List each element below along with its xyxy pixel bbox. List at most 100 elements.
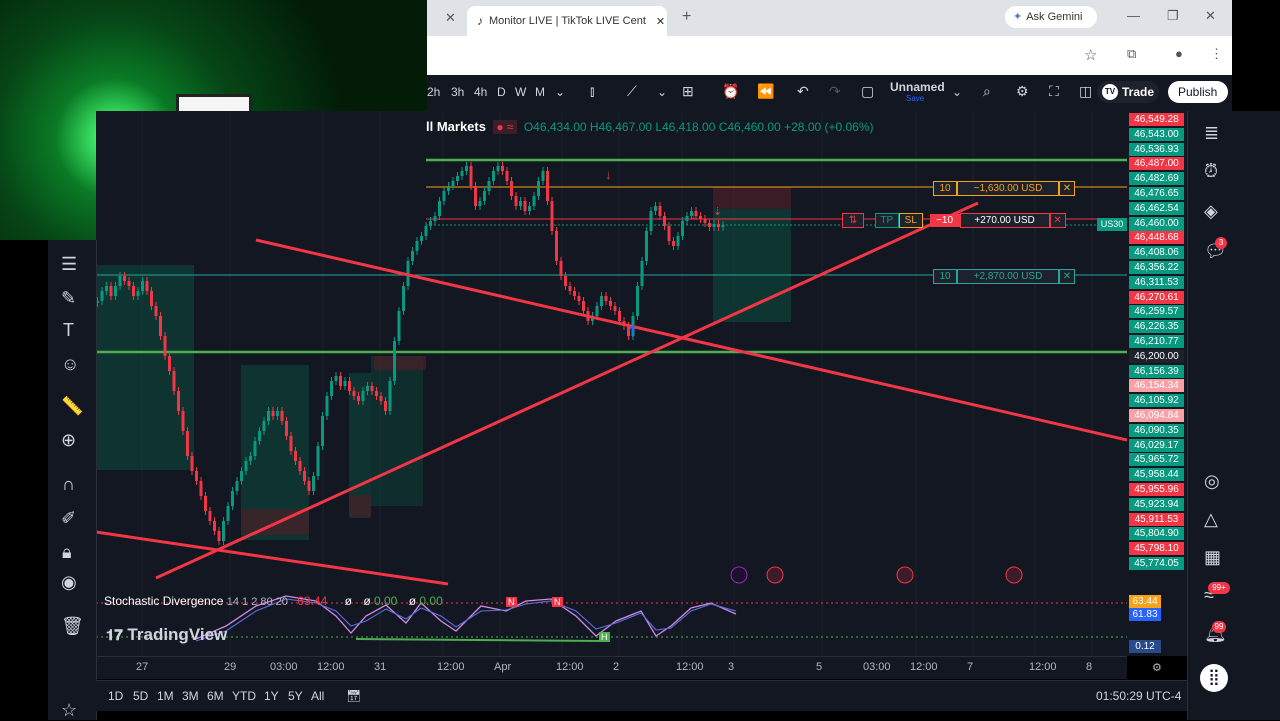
order-position[interactable]: ⇅ TP SL −10 +270.00 USD ✕ <box>842 213 1066 228</box>
gemini-button[interactable]: ✦ Ask Gemini <box>1005 6 1097 28</box>
zoom-in-icon[interactable]: ⊕ <box>61 430 76 451</box>
ruler-icon[interactable]: 📏 <box>61 396 83 417</box>
tp-button[interactable]: TP <box>874 213 899 228</box>
bookmark-star-icon[interactable]: ☆ <box>1084 46 1097 64</box>
reverse-icon[interactable]: ⇅ <box>842 213 864 228</box>
range-5y[interactable]: 5Y <box>288 689 303 703</box>
restore-icon[interactable]: ❐ <box>1167 8 1179 24</box>
chevron-down-icon[interactable]: ⌄ <box>657 85 667 99</box>
candle-body <box>384 401 387 411</box>
chart-canvas[interactable]: ↓ ⇡ ↓ ⇣ 10 −1,630.00 USD ✕ ⇅ TP SL −10 +270.… <box>96 111 1127 656</box>
fullscreen-icon[interactable]: ⛶ <box>1049 83 1059 100</box>
range-1d[interactable]: 1D <box>108 689 123 703</box>
candle-body <box>474 186 477 206</box>
browser-tab[interactable]: ♪ Monitor LIVE | TikTok LIVE Cent ✕ <box>467 6 667 36</box>
order-tp1[interactable]: 10 −1,630.00 USD ✕ <box>933 181 1075 196</box>
chevron-down-icon[interactable]: ⌄ <box>555 85 565 99</box>
eye-icon[interactable]: ◉ <box>61 572 77 593</box>
magnet-icon[interactable]: ∩ <box>62 474 75 495</box>
layout-name[interactable]: Unnamed <box>890 80 945 94</box>
close-tab-icon[interactable]: ✕ <box>445 10 456 26</box>
alert-icon[interactable]: ⏰ <box>722 83 739 100</box>
candle-body <box>307 481 311 491</box>
trash-icon[interactable]: 🗑︎ <box>61 616 84 637</box>
price-scale[interactable]: 46,549.28 46,543.00 46,536.93 46,487.00 46,4… <box>1127 111 1187 656</box>
range-3m[interactable]: 3M <box>182 689 199 703</box>
close-window-icon[interactable]: ✕ <box>1205 8 1216 24</box>
indicator-name[interactable]: Stochastic Divergence <box>104 594 223 608</box>
interval-2h[interactable]: 2h <box>427 85 440 99</box>
order-tp2[interactable]: 10 +2,870.00 USD ✕ <box>933 269 1075 284</box>
gear-icon[interactable]: ⚙ <box>1016 83 1029 100</box>
favorites-star-icon[interactable]: ☆ <box>61 700 77 721</box>
sl-button[interactable]: SL <box>898 213 923 228</box>
goto-date-icon[interactable]: 📅︎ <box>346 689 361 703</box>
candle-body <box>177 391 180 411</box>
candle-body <box>352 391 356 396</box>
close-order-icon[interactable]: ✕ <box>1059 181 1075 196</box>
candle-body <box>294 451 297 461</box>
cast-icon[interactable]: ⧉ <box>1127 46 1136 62</box>
chevron-down-icon[interactable]: ⌄ <box>952 85 962 99</box>
profile-icon[interactable]: ● <box>1175 46 1183 61</box>
close-order-icon[interactable]: ✕ <box>1059 269 1075 284</box>
alarm-clock-icon[interactable]: ⏰︎ <box>1204 161 1218 182</box>
position-qty: −10 <box>929 214 960 227</box>
candles-icon[interactable]: ⫾ <box>590 83 594 100</box>
candle-body <box>280 411 284 421</box>
layout-save[interactable]: Save <box>906 94 924 103</box>
clock[interactable]: 01:50:29 UTC-4 <box>1096 689 1181 703</box>
time-axis[interactable]: 27 29 03:00 12:00 31 12:00 Apr 12:00 2 12:00 3 5 03:… <box>96 656 1162 679</box>
brush-tool-icon[interactable]: ✎ <box>61 288 76 309</box>
candle-body <box>204 496 207 511</box>
lock-icon[interactable]: 🔒︎ <box>62 542 72 563</box>
search-icon[interactable]: ⌕ <box>983 83 991 100</box>
chart-legend: ll Markets ● ≈ O46,434.00 H46,467.00 L46… <box>426 119 874 134</box>
sell-arrow-icon: ⇣ <box>713 206 722 218</box>
indicator-value: ø <box>363 594 371 608</box>
range-all[interactable]: All <box>311 689 324 703</box>
lock-drawing-icon[interactable]: ✐ <box>61 508 76 529</box>
close-tab-icon[interactable]: ✕ <box>656 15 665 28</box>
snapshot-icon[interactable]: ◫ <box>1079 83 1092 100</box>
new-tab-icon[interactable]: + <box>682 8 691 26</box>
minimize-icon[interactable]: — <box>1127 8 1140 23</box>
address-bar[interactable]: ☆ ⧉ ● ⋮ <box>427 36 1232 76</box>
lines-tool-icon[interactable]: ☰ <box>61 254 77 275</box>
axis-settings-icon[interactable]: ⚙ <box>1152 661 1162 674</box>
interval-3h[interactable]: 3h <box>451 85 464 99</box>
undo-icon[interactable]: ↶ <box>797 83 809 100</box>
range-ytd[interactable]: YTD <box>232 689 256 703</box>
candle-body <box>447 186 450 191</box>
target-icon[interactable]: ◎ <box>1204 471 1220 492</box>
interval-d[interactable]: D <box>497 85 506 99</box>
emoji-tool-icon[interactable]: ☺ <box>61 354 79 375</box>
range-6m[interactable]: 6M <box>207 689 224 703</box>
price-label: 46,226.35 <box>1129 320 1184 334</box>
symbol-name[interactable]: ll Markets <box>426 119 486 134</box>
range-1m[interactable]: 1M <box>157 689 174 703</box>
close-position-icon[interactable]: ✕ <box>1049 213 1066 228</box>
trade-button[interactable]: TV Trade <box>1097 81 1159 103</box>
interval-w[interactable]: W <box>515 85 526 99</box>
apps-grid-icon[interactable]: ⣿ <box>1200 664 1228 692</box>
publish-button[interactable]: Publish <box>1168 81 1228 103</box>
watchlist-icon[interactable]: ≣ <box>1204 123 1219 144</box>
layouts-icon[interactable]: ⊞ <box>682 83 694 100</box>
more-menu-icon[interactable]: ⋮ <box>1210 46 1223 62</box>
candle-body <box>492 171 495 181</box>
replay-icon[interactable]: ⏪ <box>757 83 774 100</box>
interval-m[interactable]: M <box>535 85 545 99</box>
indicator-value: ø <box>408 594 417 608</box>
text-tool-icon[interactable]: T <box>63 320 74 341</box>
interval-4h[interactable]: 4h <box>474 85 487 99</box>
candle-body <box>208 511 212 521</box>
pyramid-icon[interactable]: △ <box>1204 509 1218 530</box>
calendar-icon[interactable]: ▦ <box>1204 547 1221 568</box>
layout-box-icon[interactable]: ▢ <box>861 83 874 100</box>
redo-icon[interactable]: ↷ <box>829 83 841 100</box>
range-1y[interactable]: 1Y <box>264 689 279 703</box>
range-5d[interactable]: 5D <box>133 689 148 703</box>
layers-icon[interactable]: ◈ <box>1204 201 1218 222</box>
indicators-icon[interactable]: ⟋ <box>627 83 637 100</box>
